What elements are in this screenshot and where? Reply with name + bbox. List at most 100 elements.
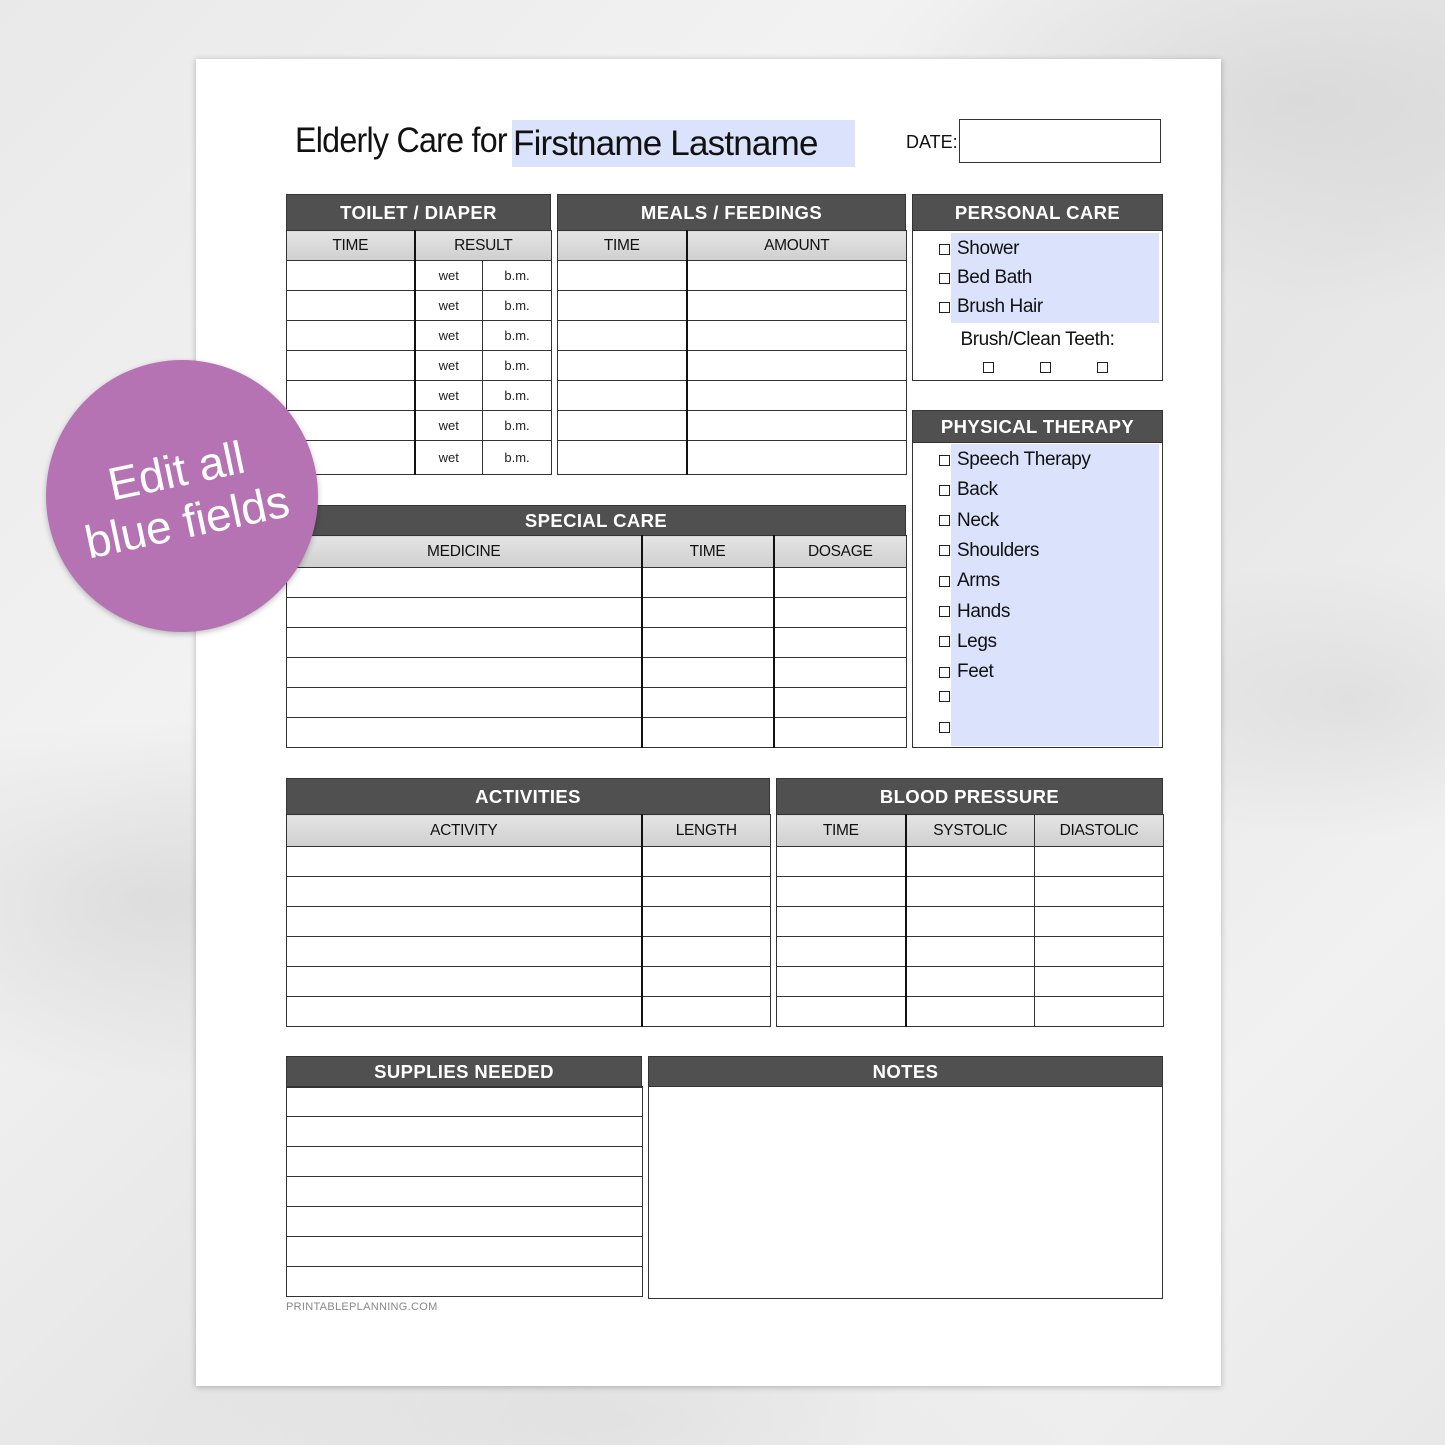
bp-row-cell[interactable] [1034,996,1164,1027]
toilet-wet-cell[interactable]: wet [414,350,483,381]
toilet-wet-cell[interactable]: wet [414,440,483,475]
toilet-wet-cell[interactable]: wet [414,290,483,321]
teeth-checkbox-3[interactable] [1097,362,1108,373]
teeth-checkbox-1[interactable] [983,362,994,373]
checkbox-icon[interactable] [939,272,950,284]
special-care-row-cell[interactable] [773,687,907,718]
special-care-row-cell[interactable] [641,717,775,748]
special-care-row-cell[interactable] [286,627,643,658]
teeth-checkbox-2[interactable] [1040,362,1051,373]
bp-row-cell[interactable] [776,846,907,877]
meals-row-cell[interactable] [686,380,907,411]
checkbox-icon[interactable] [939,666,950,678]
toilet-time-cell[interactable] [286,410,416,441]
physical-therapy-item[interactable]: Back [939,479,998,501]
toilet-time-cell[interactable] [286,320,416,351]
activities-row-cell[interactable] [641,906,771,937]
bp-row-cell[interactable] [905,936,1035,967]
bp-row-cell[interactable] [905,876,1035,907]
special-care-row-cell[interactable] [286,567,643,598]
physical-therapy-item[interactable]: Arms [939,570,1000,592]
checkbox-icon[interactable] [939,636,950,648]
checkbox-icon[interactable] [939,454,950,466]
checkbox-icon[interactable] [939,301,950,313]
toilet-time-cell[interactable] [286,350,416,381]
special-care-row-cell[interactable] [773,717,907,748]
special-care-row-cell[interactable] [286,597,643,628]
supplies-row-cell[interactable] [286,1206,643,1237]
bp-row-cell[interactable] [776,876,907,907]
toilet-bm-cell[interactable]: b.m. [481,350,553,381]
physical-therapy-item[interactable]: Hands [939,601,1010,623]
toilet-bm-cell[interactable]: b.m. [481,290,553,321]
special-care-row-cell[interactable] [286,717,643,748]
bp-row-cell[interactable] [776,906,907,937]
physical-therapy-item[interactable]: Speech Therapy [939,449,1091,471]
checkbox-icon[interactable] [939,606,950,617]
meals-row-cell[interactable] [686,440,907,475]
meals-row-cell[interactable] [557,260,688,291]
meals-row-cell[interactable] [557,350,688,381]
supplies-row-cell[interactable] [286,1236,643,1267]
bp-row-cell[interactable] [1034,966,1164,997]
supplies-row-cell[interactable] [286,1086,643,1117]
toilet-wet-cell[interactable]: wet [414,260,483,291]
supplies-row-cell[interactable] [286,1176,643,1207]
physical-therapy-item[interactable]: Shoulders [939,540,1039,562]
toilet-wet-cell[interactable]: wet [414,380,483,411]
bp-row-cell[interactable] [1034,876,1164,907]
toilet-time-cell[interactable] [286,260,416,291]
bp-row-cell[interactable] [776,966,907,997]
meals-row-cell[interactable] [557,320,688,351]
special-care-row-cell[interactable] [641,657,775,688]
physical-therapy-item[interactable] [939,721,957,733]
toilet-wet-cell[interactable]: wet [414,410,483,441]
special-care-row-cell[interactable] [773,567,907,598]
bp-row-cell[interactable] [1034,846,1164,877]
activities-row-cell[interactable] [641,966,771,997]
meals-row-cell[interactable] [686,260,907,291]
date-field[interactable] [959,119,1161,163]
toilet-time-cell[interactable] [286,290,416,321]
toilet-bm-cell[interactable]: b.m. [481,380,553,411]
physical-therapy-item[interactable]: Neck [939,510,999,532]
personal-care-item[interactable]: Shower [939,238,1019,260]
bp-row-cell[interactable] [905,996,1035,1027]
meals-row-cell[interactable] [686,290,907,321]
toilet-bm-cell[interactable]: b.m. [481,320,553,351]
toilet-bm-cell[interactable]: b.m. [481,410,553,441]
toilet-bm-cell[interactable]: b.m. [481,260,553,291]
bp-row-cell[interactable] [776,936,907,967]
activities-row-cell[interactable] [641,846,771,877]
bp-row-cell[interactable] [905,966,1035,997]
checkbox-icon[interactable] [939,243,950,255]
bp-row-cell[interactable] [905,906,1035,937]
special-care-row-cell[interactable] [641,687,775,718]
supplies-row-cell[interactable] [286,1146,643,1177]
meals-row-cell[interactable] [557,380,688,411]
bp-row-cell[interactable] [776,996,907,1027]
checkbox-icon[interactable] [939,721,950,733]
patient-name-field[interactable] [512,120,855,167]
special-care-row-cell[interactable] [286,687,643,718]
special-care-row-cell[interactable] [773,597,907,628]
special-care-row-cell[interactable] [641,627,775,658]
special-care-row-cell[interactable] [773,657,907,688]
checkbox-icon[interactable] [939,484,950,496]
activities-row-cell[interactable] [641,876,771,907]
special-care-row-cell[interactable] [641,597,775,628]
toilet-bm-cell[interactable]: b.m. [481,440,553,475]
activities-row-cell[interactable] [286,936,643,967]
activities-row-cell[interactable] [641,936,771,967]
checkbox-icon[interactable] [939,515,950,527]
special-care-row-cell[interactable] [773,627,907,658]
meals-row-cell[interactable] [686,410,907,441]
activities-row-cell[interactable] [286,846,643,877]
toilet-wet-cell[interactable]: wet [414,320,483,351]
checkbox-icon[interactable] [939,545,950,557]
personal-care-item[interactable]: Brush Hair [939,296,1043,318]
toilet-time-cell[interactable] [286,380,416,411]
bp-row-cell[interactable] [905,846,1035,877]
meals-row-cell[interactable] [686,350,907,381]
special-care-row-cell[interactable] [641,567,775,598]
